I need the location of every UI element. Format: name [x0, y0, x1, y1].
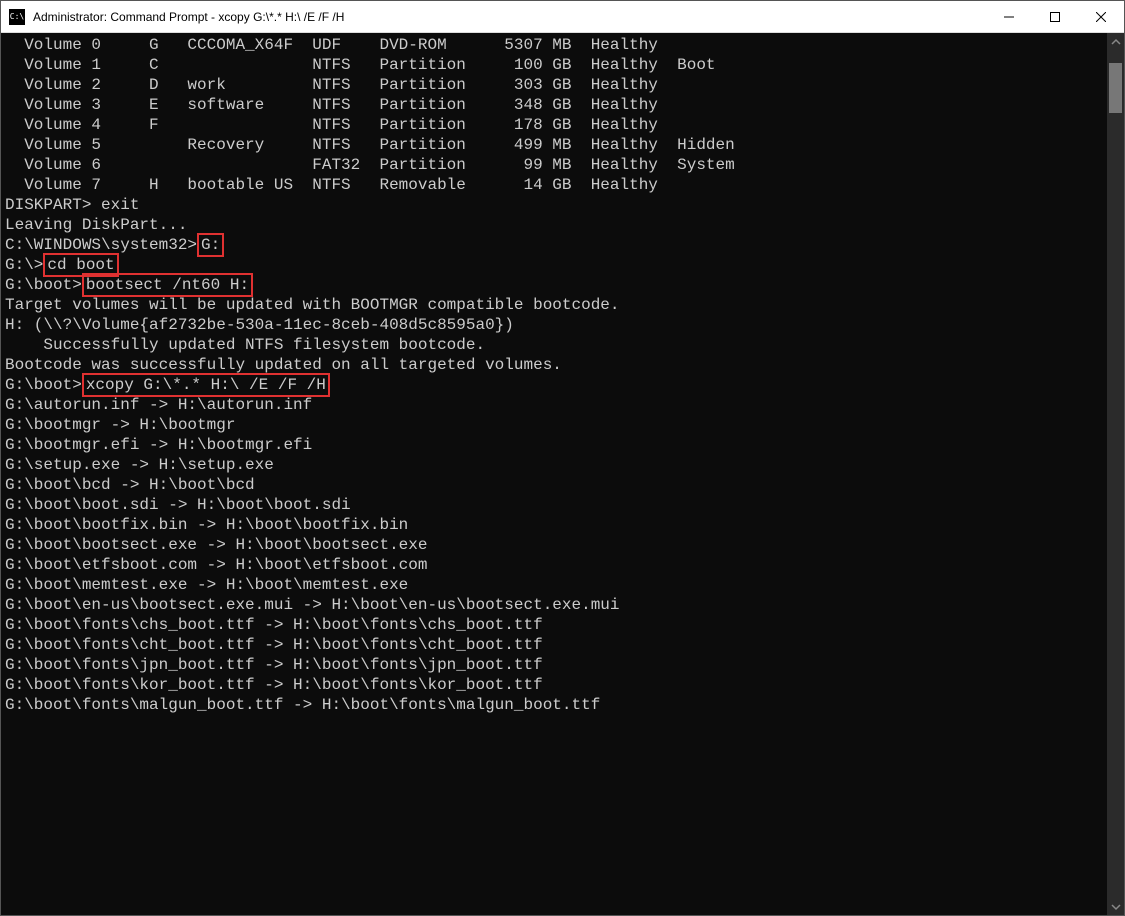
terminal-line: G:\boot\fonts\cht_boot.ttf -> H:\boot\fo… — [5, 635, 1103, 655]
terminal-line: G:\boot>bootsect /nt60 H: — [5, 275, 1103, 295]
titlebar[interactable]: C:\ Administrator: Command Prompt - xcop… — [1, 1, 1124, 33]
terminal-line: Successfully updated NTFS filesystem boo… — [5, 335, 1103, 355]
highlight-bootsect: bootsect /nt60 H: — [82, 273, 253, 297]
window-controls — [986, 1, 1124, 32]
highlight-xcopy: xcopy G:\*.* H:\ /E /F /H — [82, 373, 330, 397]
terminal-line: DISKPART> exit — [5, 195, 1103, 215]
minimize-button[interactable] — [986, 1, 1032, 32]
close-button[interactable] — [1078, 1, 1124, 32]
terminal-output[interactable]: Volume 0 G CCCOMA_X64F UDF DVD-ROM 5307 … — [1, 33, 1107, 915]
terminal-line: C:\WINDOWS\system32>G: — [5, 235, 1103, 255]
terminal-line: G:\boot>xcopy G:\*.* H:\ /E /F /H — [5, 375, 1103, 395]
terminal-line: Volume 7 H bootable US NTFS Removable 14… — [5, 175, 1103, 195]
terminal-line: G:\boot\bootfix.bin -> H:\boot\bootfix.b… — [5, 515, 1103, 535]
terminal-line: G:\autorun.inf -> H:\autorun.inf — [5, 395, 1103, 415]
terminal-line: H: (\\?\Volume{af2732be-530a-11ec-8ceb-4… — [5, 315, 1103, 335]
vertical-scrollbar[interactable] — [1107, 33, 1124, 915]
terminal-line: G:\boot\etfsboot.com -> H:\boot\etfsboot… — [5, 555, 1103, 575]
terminal-line: G:\bootmgr.efi -> H:\bootmgr.efi — [5, 435, 1103, 455]
highlight-g: G: — [197, 233, 224, 257]
terminal-line: G:\bootmgr -> H:\bootmgr — [5, 415, 1103, 435]
terminal-line: G:\boot\fonts\malgun_boot.ttf -> H:\boot… — [5, 695, 1103, 715]
window-title: Administrator: Command Prompt - xcopy G:… — [33, 10, 986, 24]
cmd-icon: C:\ — [9, 9, 25, 25]
terminal-line: Target volumes will be updated with BOOT… — [5, 295, 1103, 315]
terminal-line: G:\boot\memtest.exe -> H:\boot\memtest.e… — [5, 575, 1103, 595]
terminal-line: Volume 6 FAT32 Partition 99 MB Healthy S… — [5, 155, 1103, 175]
terminal-line: G:\setup.exe -> H:\setup.exe — [5, 455, 1103, 475]
terminal-line: G:\boot\bcd -> H:\boot\bcd — [5, 475, 1103, 495]
scroll-up-icon[interactable] — [1107, 33, 1124, 50]
terminal-line: G:\>cd boot — [5, 255, 1103, 275]
content-area: Volume 0 G CCCOMA_X64F UDF DVD-ROM 5307 … — [1, 33, 1124, 915]
terminal-line: Volume 1 C NTFS Partition 100 GB Healthy… — [5, 55, 1103, 75]
terminal-line: Bootcode was successfully updated on all… — [5, 355, 1103, 375]
maximize-button[interactable] — [1032, 1, 1078, 32]
terminal-line: Volume 4 F NTFS Partition 178 GB Healthy — [5, 115, 1103, 135]
scroll-down-icon[interactable] — [1107, 898, 1124, 915]
terminal-line: Leaving DiskPart... — [5, 215, 1103, 235]
terminal-line: Volume 0 G CCCOMA_X64F UDF DVD-ROM 5307 … — [5, 35, 1103, 55]
terminal-line: Volume 5 Recovery NTFS Partition 499 MB … — [5, 135, 1103, 155]
terminal-line: Volume 2 D work NTFS Partition 303 GB He… — [5, 75, 1103, 95]
terminal-line: Volume 3 E software NTFS Partition 348 G… — [5, 95, 1103, 115]
terminal-line: G:\boot\en-us\bootsect.exe.mui -> H:\boo… — [5, 595, 1103, 615]
terminal-line: G:\boot\bootsect.exe -> H:\boot\bootsect… — [5, 535, 1103, 555]
scroll-thumb[interactable] — [1109, 63, 1122, 113]
terminal-line: G:\boot\fonts\kor_boot.ttf -> H:\boot\fo… — [5, 675, 1103, 695]
terminal-line: G:\boot\boot.sdi -> H:\boot\boot.sdi — [5, 495, 1103, 515]
terminal-line: G:\boot\fonts\jpn_boot.ttf -> H:\boot\fo… — [5, 655, 1103, 675]
terminal-line: G:\boot\fonts\chs_boot.ttf -> H:\boot\fo… — [5, 615, 1103, 635]
